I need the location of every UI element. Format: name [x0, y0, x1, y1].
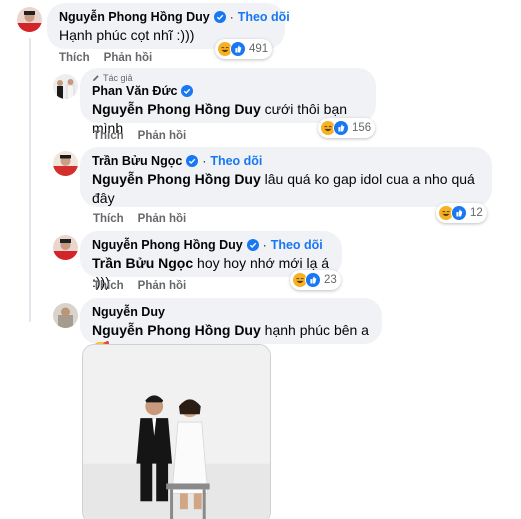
pencil-icon — [93, 75, 99, 81]
reaction-count: 491 — [249, 43, 269, 55]
verified-badge-icon — [246, 239, 259, 251]
mention-link[interactable]: Nguyễn Phong Hồng Duy — [92, 171, 261, 187]
mention-link[interactable]: Nguyễn Phong Hồng Duy — [92, 101, 261, 117]
comment-text: Nguyễn Phong Hồng Duy lâu quá ko gap ido… — [92, 170, 480, 208]
like-reaction-icon — [305, 272, 321, 288]
comment-author[interactable]: Nguyễn Phong Hồng Duy — [92, 238, 243, 252]
reaction-summary[interactable]: 23 — [290, 270, 341, 290]
comment-author[interactable]: Trần Bửu Ngọc — [92, 154, 182, 168]
comment-photo[interactable] — [82, 344, 271, 519]
thread-line — [29, 38, 31, 322]
follow-link[interactable]: Theo dõi — [210, 154, 262, 168]
avatar[interactable] — [53, 74, 78, 99]
separator-dot: · — [229, 10, 234, 24]
author-tag: Tác giả — [92, 73, 364, 83]
like-button[interactable]: Thích — [93, 280, 124, 292]
reaction-count: 12 — [470, 207, 483, 219]
avatar[interactable] — [53, 235, 78, 260]
like-button[interactable]: Thích — [93, 130, 124, 142]
avatar[interactable] — [53, 303, 78, 328]
mention-link[interactable]: Nguyễn Phong Hồng Duy — [92, 322, 261, 338]
verified-badge-icon — [181, 85, 194, 97]
reaction-summary[interactable]: 156 — [318, 118, 376, 138]
author-tag-label: Tác giả — [103, 73, 133, 83]
comment-author[interactable]: Nguyễn Duy — [92, 305, 165, 319]
like-button[interactable]: Thích — [93, 213, 124, 225]
comment-bubble: Tác giả Phan Văn Đức Nguyễn Phong Hồng D… — [80, 68, 376, 136]
comment-actions: Thích Phản hồi — [93, 213, 186, 225]
like-reaction-icon — [230, 41, 246, 57]
comment-actions: Thích Phản hồi — [59, 52, 152, 64]
reaction-summary[interactable]: 12 — [436, 203, 487, 223]
like-button[interactable]: Thích — [59, 52, 90, 64]
verified-badge-icon — [186, 155, 199, 167]
reaction-summary[interactable]: 491 — [215, 39, 273, 59]
follow-link[interactable]: Theo dõi — [238, 10, 290, 24]
avatar[interactable] — [17, 7, 42, 32]
verified-badge-icon — [213, 11, 226, 23]
reply-button[interactable]: Phản hồi — [138, 130, 187, 142]
follow-link[interactable]: Theo dõi — [271, 238, 323, 252]
comment-actions: Thích Phản hồi — [93, 130, 186, 142]
reply-button[interactable]: Phản hồi — [138, 213, 187, 225]
comment-author[interactable]: Nguyễn Phong Hồng Duy — [59, 10, 210, 24]
reaction-count: 23 — [324, 274, 337, 286]
comment-author[interactable]: Phan Văn Đức — [92, 84, 177, 98]
mention-link[interactable]: Trần Bửu Ngọc — [92, 255, 193, 271]
comment-bubble: Trần Bửu Ngọc · Theo dõi Nguyễn Phong Hồ… — [80, 147, 492, 207]
comment-body: hạnh phúc bên a — [260, 322, 369, 338]
comment-actions: Thích Phản hồi — [93, 280, 186, 292]
separator-dot: · — [202, 154, 207, 168]
reaction-count: 156 — [352, 122, 372, 134]
like-reaction-icon — [333, 120, 349, 136]
reply-button[interactable]: Phản hồi — [138, 280, 187, 292]
reply-button[interactable]: Phản hồi — [104, 52, 153, 64]
comment-bubble: Nguyễn Duy Nguyễn Phong Hồng Duy hạnh ph… — [80, 298, 382, 357]
avatar[interactable] — [53, 151, 78, 176]
separator-dot: · — [262, 238, 267, 252]
like-reaction-icon — [451, 205, 467, 221]
